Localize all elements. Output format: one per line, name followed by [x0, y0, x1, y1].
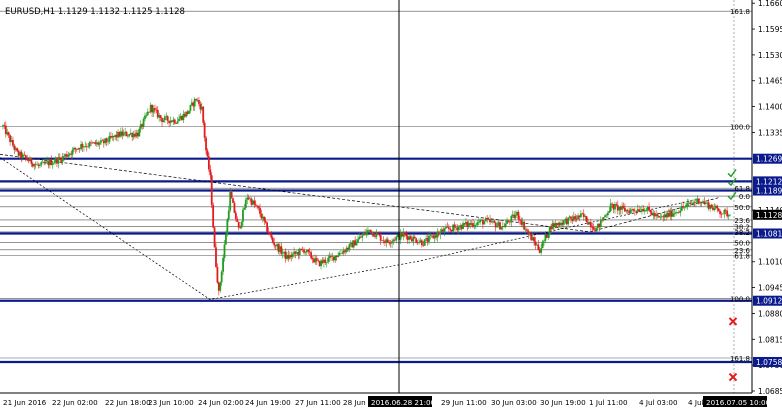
chart-window[interactable]: 161.8 100.0 61.8 0.0 50.0 23.6 38.2 38.2 50.0 23.… — [0, 0, 782, 411]
time-tick-label: 22 Jun 18:00 — [105, 398, 151, 407]
price-level-badge-label: 1.1081 — [756, 229, 782, 238]
price-level-badge-label: 1.1212 — [756, 177, 782, 186]
candle — [233, 201, 236, 214]
price-level-badge: 1.1128 — [753, 209, 782, 220]
candle — [210, 172, 213, 209]
price-level-badge-label: 1.1189 — [756, 187, 782, 196]
price-tick-label: 1.1660 — [758, 0, 782, 8]
candle — [372, 232, 375, 237]
price-level-badge: 1.0758 — [753, 356, 782, 367]
price-tick-label: 1.0945 — [758, 284, 782, 293]
candle — [212, 202, 215, 229]
candle — [415, 237, 418, 244]
time-tick-label: 1 Jul 11:00 — [589, 398, 628, 407]
time-tick-label: 24 Jun 19:00 — [245, 398, 291, 407]
last-time-label: 2016.07.05 10:00 — [706, 398, 771, 407]
time-tick-label: 27 Jun 11:00 — [295, 398, 341, 407]
time-tick-label: 30 Jun 19:00 — [540, 398, 586, 407]
fib-level-label: 38.2 — [734, 229, 750, 237]
last-time-badge: 2016.07.05 10:00 — [703, 396, 771, 407]
price-chart[interactable]: 161.8100.061.80.050.023.638.238.250.023.… — [0, 0, 782, 411]
time-tick-label: 30 Jun 03:00 — [491, 398, 537, 407]
price-level-badge-label: 1.1269 — [756, 155, 782, 164]
price-tick-label: 1.1400 — [758, 103, 782, 112]
candle — [188, 110, 190, 115]
price-tick-label: 1.1335 — [758, 128, 782, 137]
price-level-badge-label: 1.0758 — [756, 358, 782, 367]
candle — [226, 218, 229, 237]
candle — [125, 131, 128, 137]
plot-background — [0, 0, 782, 411]
price-level-badge-label: 1.1128 — [756, 211, 782, 220]
price-tick-label: 1.1010 — [758, 258, 782, 267]
time-tick-label: 22 Jun 02:00 — [52, 398, 98, 407]
price-level-badge: 1.1081 — [753, 228, 782, 239]
fib-level-label: 100.0 — [730, 123, 750, 131]
fib-level-label: 161.8 — [730, 8, 750, 16]
price-tick-label: 1.1530 — [758, 51, 782, 60]
price-level-badge: 1.1189 — [753, 185, 782, 196]
price-tick-label: 1.1465 — [758, 77, 782, 86]
price-level-badge: 1.0912 — [753, 295, 782, 306]
candle — [423, 239, 426, 246]
crosshair-time-badge: 2016.06.28 21:00 — [368, 396, 436, 407]
price-tick-label: 1.0815 — [758, 335, 782, 344]
price-level-badge-label: 1.0912 — [756, 297, 782, 306]
price-level-badge: 1.1212 — [753, 176, 782, 187]
fib-level-label: 61.8 — [734, 252, 750, 260]
time-tick-label: 24 Jun 02:00 — [198, 398, 244, 407]
fib-level-label: 0.0 — [739, 193, 750, 201]
candle — [585, 216, 588, 223]
time-tick-label: 23 Jun 10:00 — [148, 398, 194, 407]
fib-level-label: 61.8 — [734, 185, 750, 193]
window-title: EURUSD,H1 1.1129 1.1132 1.1125 1.1128 — [5, 7, 185, 17]
candle — [213, 226, 216, 248]
candle — [202, 106, 205, 126]
fib-level-label: 161.8 — [730, 355, 750, 363]
candle — [266, 221, 269, 233]
price-tick-label: 1.0880 — [758, 309, 782, 318]
price-tick-label: 1.1595 — [758, 25, 782, 34]
price-level-badge: 1.1269 — [753, 153, 782, 164]
crosshair-time-label: 2016.06.28 21:00 — [371, 398, 436, 407]
time-tick-label: 29 Jun 11:00 — [441, 398, 487, 407]
candle — [232, 197, 234, 203]
fib-level-label: 100.0 — [730, 295, 750, 303]
price-tick-label: 1.0685 — [758, 387, 782, 396]
time-tick-label: 21 Jun 2016 — [3, 398, 47, 407]
time-tick-label: 4 Jul 03:00 — [639, 398, 678, 407]
fib-level-label: 50.0 — [734, 204, 750, 212]
